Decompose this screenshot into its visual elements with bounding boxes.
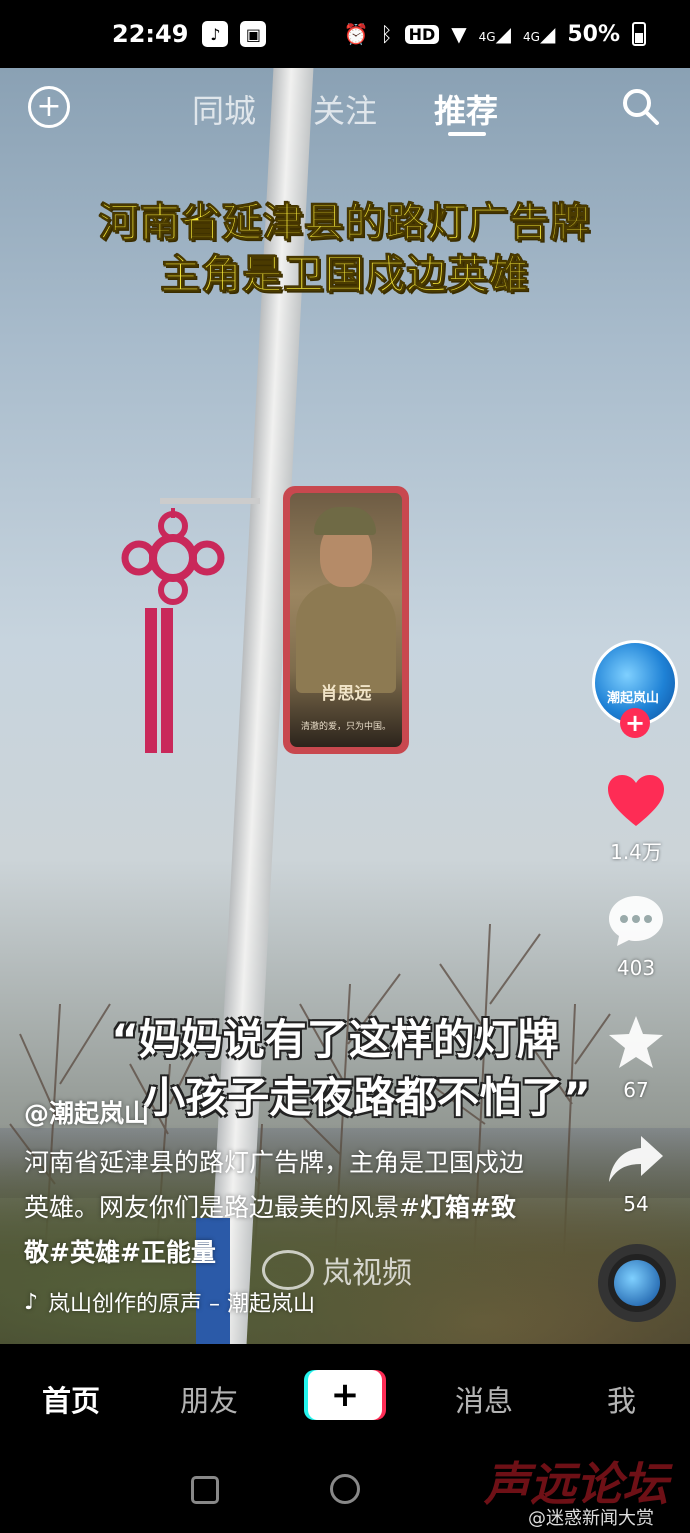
home-button[interactable] xyxy=(330,1474,360,1504)
status-bar: 22:49 ♪ ▣ ⏰ ᛒ HD ▼ 4G◢ 4G◢ 50% xyxy=(0,0,690,68)
share-button[interactable]: 54 xyxy=(590,1134,682,1216)
billboard-slogan: 清澈的爱，只为中国。 xyxy=(300,722,391,732)
comment-button[interactable]: 403 xyxy=(590,894,682,980)
chinese-knot-decoration xyxy=(121,508,225,753)
active-tab-indicator xyxy=(448,132,486,136)
music-disc-button[interactable] xyxy=(598,1244,676,1322)
top-navigation: + 同城 关注 推荐 xyxy=(0,68,690,148)
system-navigation-bar: 声远论坛 @迷惑新闻大赏 xyxy=(0,1448,690,1533)
gallery-notification-icon: ▣ xyxy=(240,21,267,47)
tab-me[interactable]: 我 xyxy=(607,1378,636,1420)
share-icon xyxy=(609,1136,663,1182)
video-caption-line1: 河南省延津县的路灯广告牌 xyxy=(99,200,591,247)
status-time: 22:49 xyxy=(112,20,189,48)
music-track-link[interactable]: ♪ 岚山创作的原声 – 潮起岚山 xyxy=(24,1286,315,1318)
comment-icon xyxy=(609,896,663,946)
heart-icon xyxy=(608,775,664,826)
hd-voice-badge: HD xyxy=(404,24,440,44)
music-note-icon: ♪ xyxy=(24,1289,39,1315)
plus-icon: + xyxy=(330,1375,360,1415)
weibo-watermark: @迷惑新闻大赏 xyxy=(528,1508,654,1529)
bluetooth-icon: ᛒ xyxy=(380,22,393,46)
billboard-hero-name: 肖思远 xyxy=(320,684,372,704)
tab-friends[interactable]: 朋友 xyxy=(180,1378,238,1420)
battery-percentage: 50% xyxy=(567,21,620,47)
quote-line1: “妈妈说有了这样的灯牌 xyxy=(111,1015,559,1064)
tab-following[interactable]: 关注 xyxy=(313,86,377,132)
video-description: 河南省延津县的路灯广告牌，主角是卫国戍边英雄。网友你们是路边最美的风景#灯箱#致… xyxy=(24,1140,524,1275)
follow-button[interactable]: + xyxy=(620,708,650,738)
status-indicators: ⏰ ᛒ HD ▼ 4G◢ 4G◢ 50% xyxy=(344,22,646,47)
music-label: 岚山创作的原声 – 潮起岚山 xyxy=(48,1292,316,1317)
like-button[interactable]: 1.4万 xyxy=(590,774,682,865)
soldier-cap xyxy=(314,507,376,535)
battery-icon xyxy=(632,22,646,46)
favorite-button[interactable]: 67 xyxy=(590,1014,682,1102)
soldier-figure xyxy=(296,583,396,693)
search-icon[interactable] xyxy=(620,86,660,126)
tab-recommended[interactable]: 推荐 xyxy=(434,86,498,132)
add-icon[interactable]: + xyxy=(28,86,70,128)
author-handle[interactable]: @潮起岚山 xyxy=(24,1094,149,1130)
alarm-icon: ⏰ xyxy=(343,22,369,46)
star-icon xyxy=(609,1016,663,1068)
lamp-arm xyxy=(160,498,260,504)
bottom-tab-bar: 首页 朋友 + 消息 我 xyxy=(0,1344,690,1448)
like-count: 1.4万 xyxy=(610,840,662,864)
tab-messages[interactable]: 消息 xyxy=(455,1378,513,1420)
favorite-count: 67 xyxy=(623,1078,649,1102)
create-video-button[interactable]: + xyxy=(308,1370,382,1420)
tiktok-notification-icon: ♪ xyxy=(202,21,229,47)
signal-4g-icon: 4G◢ xyxy=(478,22,511,46)
billboard-light-box: 肖思远 清澈的爱，只为中国。 xyxy=(283,486,409,754)
recents-button[interactable] xyxy=(191,1476,219,1504)
video-caption-line2: 主角是卫国戍边英雄 xyxy=(160,252,530,299)
tab-home[interactable]: 首页 xyxy=(42,1378,100,1420)
wifi-icon: ▼ xyxy=(451,22,467,46)
tab-nearby[interactable]: 同城 xyxy=(192,86,256,132)
music-disc-cover xyxy=(614,1260,660,1306)
comment-count: 403 xyxy=(616,956,656,980)
signal-4g-icon-2: 4G◢ xyxy=(523,22,556,46)
share-count: 54 xyxy=(623,1192,649,1216)
